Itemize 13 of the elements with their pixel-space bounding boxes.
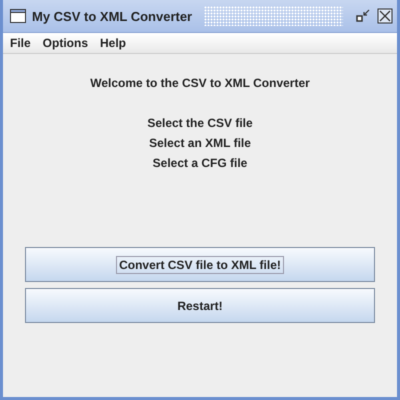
close-button[interactable] — [377, 8, 393, 24]
menu-item[interactable]: File — [10, 36, 31, 50]
convert-button[interactable]: Convert CSV file to XML file! — [25, 247, 375, 282]
restart-button[interactable]: Restart! — [25, 288, 375, 323]
window-title: My CSV to XML Converter — [32, 8, 192, 24]
menu-item[interactable]: Options — [42, 36, 88, 50]
file-select-label[interactable]: Select the CSV file — [147, 116, 253, 130]
file-select-label[interactable]: Select a CFG file — [152, 156, 248, 170]
restore-button[interactable] — [355, 8, 371, 24]
file-select-label[interactable]: Select an XML file — [149, 136, 251, 150]
menu-item[interactable]: Help — [100, 36, 126, 50]
welcome-heading: Welcome to the CSV to XML Converter — [90, 76, 310, 90]
window-icon — [10, 9, 26, 23]
